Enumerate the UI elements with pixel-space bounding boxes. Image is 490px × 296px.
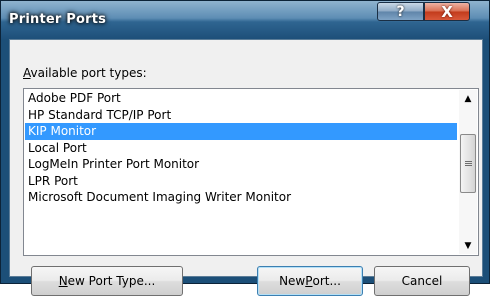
close-button[interactable]: X [424, 2, 470, 21]
close-icon: X [441, 2, 453, 21]
list-item[interactable]: Adobe PDF Port [25, 90, 457, 107]
vertical-scrollbar[interactable]: ▲ ▼ [459, 90, 477, 254]
list-items: Adobe PDF Port HP Standard TCP/IP Port K… [25, 90, 457, 206]
list-item[interactable]: LPR Port [25, 173, 457, 190]
grip-icon [464, 160, 472, 167]
list-item-selected[interactable]: KIP Monitor [25, 123, 457, 140]
cancel-button[interactable]: Cancel [374, 266, 470, 296]
printer-ports-dialog: Printer Ports ? X Available port types: … [0, 0, 490, 296]
dialog-body: Available port types: Adobe PDF Port HP … [9, 39, 483, 296]
new-port-label-rest: ort... [312, 274, 341, 288]
new-port-accelerator: P [305, 274, 313, 288]
new-port-type-button[interactable]: New Port Type... [31, 266, 183, 296]
scroll-thumb[interactable] [460, 134, 476, 193]
scroll-up-arrow-icon[interactable]: ▲ [459, 90, 477, 107]
list-item[interactable]: Microsoft Document Imaging Writer Monito… [25, 189, 457, 206]
help-button[interactable]: ? [377, 2, 424, 21]
list-item[interactable]: LogMeIn Printer Port Monitor [25, 156, 457, 173]
new-port-type-accelerator: N [58, 274, 68, 288]
help-icon: ? [396, 3, 405, 20]
available-port-types-label: Available port types: [23, 66, 147, 80]
window-title: Printer Ports [9, 12, 107, 27]
label-accelerator: A [23, 66, 31, 80]
list-item[interactable]: HP Standard TCP/IP Port [25, 107, 457, 124]
new-port-button[interactable]: New Port... [257, 266, 363, 296]
scroll-down-arrow-icon[interactable]: ▼ [459, 237, 477, 254]
port-types-listbox[interactable]: Adobe PDF Port HP Standard TCP/IP Port K… [23, 88, 479, 256]
title-bar[interactable]: Printer Ports ? X [1, 1, 489, 39]
new-port-type-label: ew Port Type... [67, 274, 156, 288]
list-item[interactable]: Local Port [25, 140, 457, 157]
label-text: vailable port types: [30, 66, 147, 80]
new-port-label-pre: New [279, 274, 306, 288]
